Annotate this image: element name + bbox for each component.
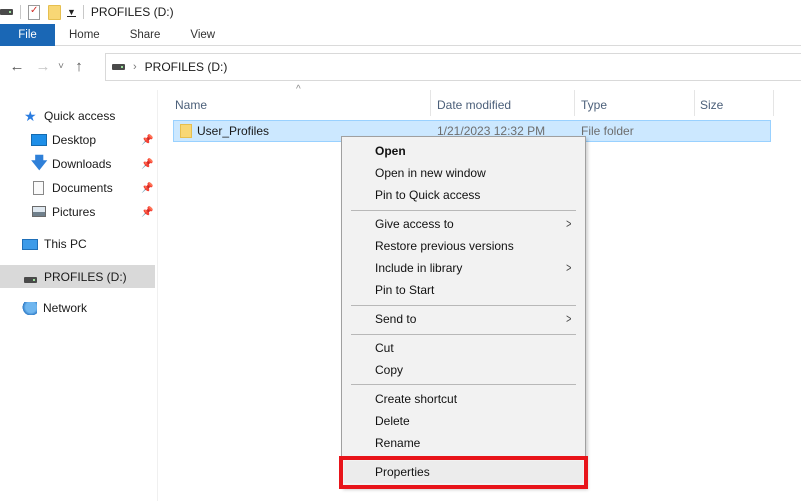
menu-separator [351, 305, 576, 306]
menu-item-send-to[interactable]: Send to > [344, 308, 583, 330]
tab-share[interactable]: Share [114, 24, 175, 46]
documents-icon [31, 181, 47, 195]
chevron-right-icon: > [566, 311, 572, 326]
column-header-type[interactable]: Type [566, 94, 694, 116]
menu-item-label: Include in library [375, 261, 463, 275]
folder-icon [180, 124, 192, 138]
tab-view[interactable]: View [174, 24, 229, 46]
customize-dropdown-icon[interactable]: ▼ [67, 7, 76, 17]
sidebar-item-label: Quick access [44, 109, 116, 123]
sidebar-item-this-pc[interactable]: This PC [22, 233, 87, 255]
menu-item-label: Send to [375, 312, 417, 326]
forward-button[interactable]: → [32, 58, 54, 75]
sidebar-item-documents[interactable]: Documents 📌 [31, 177, 158, 199]
sidebar-item-label: Documents [52, 181, 113, 195]
menu-item-properties[interactable]: Properties [344, 461, 583, 483]
title-bar: ▼ PROFILES (D:) [0, 0, 801, 24]
menu-item-restore-previous-versions[interactable]: Restore previous versions [344, 235, 583, 257]
menu-separator [351, 334, 576, 335]
tab-file[interactable]: File [0, 24, 55, 46]
column-header-size[interactable]: Size [685, 94, 773, 116]
file-name: User_Profiles [197, 124, 270, 138]
menu-item-open-in-new-window[interactable]: Open in new window [344, 162, 583, 184]
quick-access-toolbar: ▼ [0, 0, 91, 24]
menu-item-label: Give access to [375, 217, 454, 231]
sidebar-item-pictures[interactable]: Pictures 📌 [31, 201, 158, 223]
computer-icon [22, 238, 38, 250]
menu-item-pin-to-quick-access[interactable]: Pin to Quick access [344, 184, 583, 206]
download-icon: 🡇 [31, 155, 48, 172]
navigation-pane: ★ Quick access Desktop 📌 🡇 Downloads 📌 D… [0, 90, 158, 501]
navigation-bar: ← → ˅ ↑ › PROFILES (D:) [0, 50, 801, 82]
star-icon: ★ [24, 108, 37, 124]
context-menu: Open Open in new window Pin to Quick acc… [341, 136, 586, 488]
pin-icon[interactable]: 📌 [141, 135, 153, 146]
drive-icon [112, 64, 125, 70]
sidebar-item-profiles-drive[interactable]: PROFILES (D:) [0, 265, 155, 288]
new-folder-icon[interactable] [48, 4, 61, 20]
window-title: PROFILES (D:) [90, 5, 174, 19]
up-button[interactable]: ↑ [68, 58, 90, 75]
sidebar-item-label: Pictures [52, 205, 96, 219]
toolbar-divider [20, 5, 21, 19]
toolbar-divider [82, 5, 84, 19]
properties-icon[interactable] [28, 4, 40, 20]
sidebar-item-quick-access[interactable]: ★ Quick access [24, 105, 115, 127]
menu-separator [351, 384, 576, 385]
menu-item-include-in-library[interactable]: Include in library > [344, 257, 583, 279]
column-divider[interactable] [773, 90, 774, 116]
sidebar-item-desktop[interactable]: Desktop 📌 [31, 129, 158, 151]
column-header-date-modified[interactable]: Date modified [422, 94, 574, 116]
drive-icon [0, 9, 13, 15]
column-header-name[interactable]: Name [160, 94, 430, 116]
sidebar-item-downloads[interactable]: 🡇 Downloads 📌 [31, 153, 158, 175]
sidebar-item-network[interactable]: Network [22, 297, 87, 319]
chevron-right-icon: > [566, 216, 572, 231]
menu-item-delete[interactable]: Delete [344, 410, 583, 432]
menu-item-pin-to-start[interactable]: Pin to Start [344, 279, 583, 301]
pin-icon[interactable]: 📌 [141, 207, 153, 218]
drive-icon [24, 276, 37, 283]
sidebar-item-label: This PC [44, 237, 87, 251]
menu-item-rename[interactable]: Rename [344, 432, 583, 454]
menu-separator [351, 210, 576, 211]
menu-item-cut[interactable]: Cut [344, 337, 583, 359]
menu-item-create-shortcut[interactable]: Create shortcut [344, 388, 583, 410]
pin-icon[interactable]: 📌 [141, 159, 153, 170]
back-button[interactable]: ← [6, 58, 28, 75]
file-type: File folder [581, 124, 634, 138]
sidebar-item-label: Desktop [52, 133, 97, 147]
pictures-icon [31, 205, 47, 219]
sidebar-item-label: PROFILES (D:) [44, 269, 127, 284]
breadcrumb-profiles[interactable]: PROFILES (D:) [145, 60, 228, 74]
pin-icon[interactable]: 📌 [141, 183, 153, 194]
menu-item-open[interactable]: Open [344, 140, 583, 162]
sidebar-item-label: Network [43, 301, 88, 315]
desktop-icon [31, 134, 47, 146]
chevron-right-icon: > [566, 260, 572, 275]
ribbon-tabs: File Home Share View [0, 24, 801, 46]
recent-locations-button[interactable]: ˅ [54, 61, 68, 72]
menu-item-give-access-to[interactable]: Give access to > [344, 213, 583, 235]
menu-item-copy[interactable]: Copy [344, 359, 583, 381]
sidebar-item-label: Downloads [52, 157, 112, 171]
tab-home[interactable]: Home [55, 24, 114, 46]
network-icon [22, 301, 37, 315]
address-bar[interactable]: › PROFILES (D:) [105, 53, 801, 81]
chevron-right-icon[interactable]: › [133, 61, 137, 73]
